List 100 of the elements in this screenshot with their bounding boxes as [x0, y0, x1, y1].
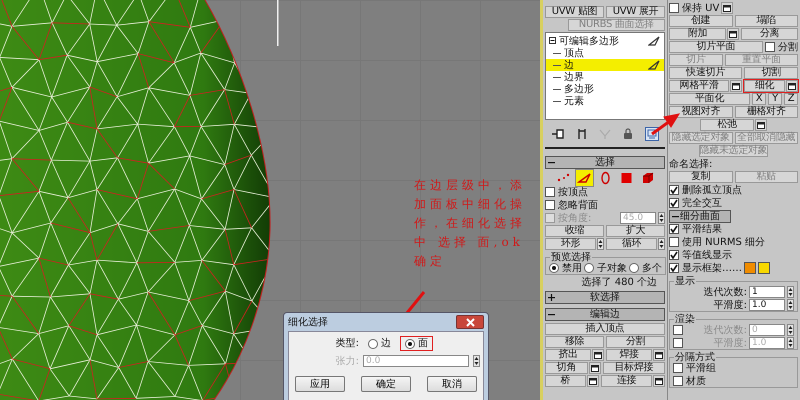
panel-button[interactable]: 收缩 — [545, 225, 604, 237]
checkbox[interactable] — [669, 3, 679, 13]
panel-button[interactable]: 复制 — [669, 171, 732, 183]
window-icon — [788, 82, 796, 90]
panel-button[interactable]: 插入顶点 — [545, 323, 665, 335]
spinner-arrows-icon[interactable] — [597, 238, 604, 250]
settings-button[interactable] — [653, 349, 665, 361]
checkbox[interactable] — [545, 200, 555, 210]
stack-item[interactable]: 元素 — [546, 95, 664, 107]
checkbox-label: 忽略背面 — [558, 200, 598, 210]
spinner-arrows-icon[interactable] — [787, 337, 794, 349]
number-field[interactable]: 1 — [749, 286, 785, 298]
checkbox[interactable] — [669, 198, 679, 208]
radio-button[interactable] — [629, 263, 639, 273]
tree-expander[interactable] — [549, 36, 556, 46]
checkbox[interactable] — [669, 237, 679, 247]
panel-button[interactable]: UVW 贴图 — [545, 6, 604, 18]
number-field[interactable]: 1.0 — [749, 299, 785, 311]
checkbox[interactable] — [669, 250, 679, 260]
stack-item[interactable]: 顶点 — [546, 47, 664, 59]
panel-button[interactable]: 平面化 — [669, 93, 750, 105]
checkbox[interactable] — [673, 325, 683, 335]
panel-button[interactable]: X — [752, 93, 766, 105]
settings-button[interactable] — [730, 80, 742, 92]
panel-button[interactable]: 焊接 — [606, 349, 652, 361]
color-swatch[interactable] — [744, 262, 756, 274]
checkbox[interactable] — [673, 376, 683, 386]
stack-item[interactable]: 可编辑多边形 — [559, 36, 645, 46]
radio-button[interactable] — [368, 338, 378, 348]
panel-button[interactable]: 切角 — [545, 362, 588, 374]
panel-button[interactable]: 塌陷 — [734, 15, 798, 27]
checkbox[interactable] — [669, 185, 679, 195]
triangle-icon — [648, 60, 660, 70]
settings-button[interactable] — [786, 80, 798, 92]
spinner-arrows-icon[interactable] — [473, 355, 480, 367]
panel-button[interactable]: 挤出 — [545, 349, 591, 361]
panel-button[interactable]: 松弛 — [700, 119, 754, 131]
checkbox-label: 完全交互 — [682, 198, 722, 208]
panel-button[interactable]: 扩大 — [606, 225, 665, 237]
lock-icon[interactable] — [623, 128, 633, 140]
checkbox[interactable] — [673, 338, 683, 348]
type-label: 类型: — [335, 338, 359, 349]
panel-button[interactable]: 快速切片 — [669, 67, 742, 79]
settings-button[interactable] — [721, 2, 734, 14]
rollout-header[interactable]: 编辑边 — [545, 308, 665, 321]
checkbox[interactable] — [673, 363, 683, 373]
panel-button[interactable]: 桥 — [545, 375, 586, 387]
checkbox[interactable] — [669, 263, 679, 273]
panel-button[interactable]: 栅格对齐 — [734, 106, 798, 118]
settings-button[interactable] — [587, 375, 600, 387]
panel-button[interactable]: 视图对齐 — [669, 106, 732, 118]
settings-button[interactable] — [588, 362, 601, 374]
spinner-arrows-icon[interactable] — [658, 212, 665, 224]
group-title: 分隔方式 — [674, 352, 716, 363]
dialog-button[interactable]: 取消 — [427, 376, 477, 392]
checkbox[interactable] — [765, 42, 775, 52]
stack-item[interactable]: 边界 — [546, 71, 664, 83]
spinner-arrows-icon[interactable] — [787, 286, 794, 298]
rollout-header[interactable]: 软选择 — [545, 291, 665, 304]
rollout-header[interactable]: 选择 — [545, 156, 665, 169]
settings-button[interactable] — [755, 119, 767, 131]
panel-button[interactable]: 目标焊接 — [602, 362, 665, 374]
checkbox[interactable] — [669, 224, 679, 234]
panel-button[interactable]: 环形 — [545, 238, 596, 250]
spinner-arrows-icon[interactable] — [787, 324, 794, 336]
radio-button[interactable] — [549, 263, 559, 273]
panel-button[interactable]: 连接 — [601, 375, 652, 387]
radio-button[interactable] — [405, 338, 415, 348]
panel-button[interactable]: Y — [768, 93, 782, 105]
settings-button[interactable] — [727, 28, 739, 40]
panel-button[interactable]: 附加 — [669, 28, 726, 40]
dialog-button[interactable]: 应用 — [295, 376, 345, 392]
settings-button[interactable] — [592, 349, 604, 361]
panel-button[interactable]: 切片平面 — [669, 41, 763, 53]
panel-button[interactable]: 循环 — [606, 238, 657, 250]
panel-button[interactable]: 移除 — [545, 336, 604, 348]
color-swatch[interactable] — [758, 262, 770, 274]
radio-button[interactable] — [584, 263, 594, 273]
panel-button[interactable]: 创建 — [669, 15, 732, 27]
panel-button[interactable]: 分离 — [741, 28, 798, 40]
close-button[interactable] — [456, 315, 484, 329]
minus-icon — [672, 213, 678, 220]
spinner-arrows-icon[interactable] — [787, 299, 794, 311]
panel-button[interactable]: 切割 — [744, 67, 798, 79]
edge-mode-icon[interactable] — [576, 170, 592, 186]
stack-item[interactable]: 多边形 — [546, 83, 664, 95]
panel-button[interactable]: 网格平滑 — [669, 80, 730, 92]
spinner-arrows-icon[interactable] — [658, 238, 665, 250]
panel-button[interactable]: 细化 — [744, 80, 785, 92]
panel-button[interactable]: UVW 展开 — [606, 6, 665, 18]
group-title: 预览选择 — [550, 252, 592, 263]
panel-button[interactable]: 分割 — [606, 336, 665, 348]
checkbox[interactable] — [545, 187, 555, 197]
dialog-button[interactable]: 确定 — [361, 376, 411, 392]
rollout-header[interactable]: 细分曲面 — [669, 210, 731, 223]
settings-button[interactable] — [653, 375, 666, 387]
pin-icon[interactable] — [551, 128, 565, 140]
stack-item[interactable]: 边 — [546, 59, 664, 71]
panel-button[interactable]: Z — [784, 93, 798, 105]
bars-icon[interactable] — [577, 128, 587, 140]
